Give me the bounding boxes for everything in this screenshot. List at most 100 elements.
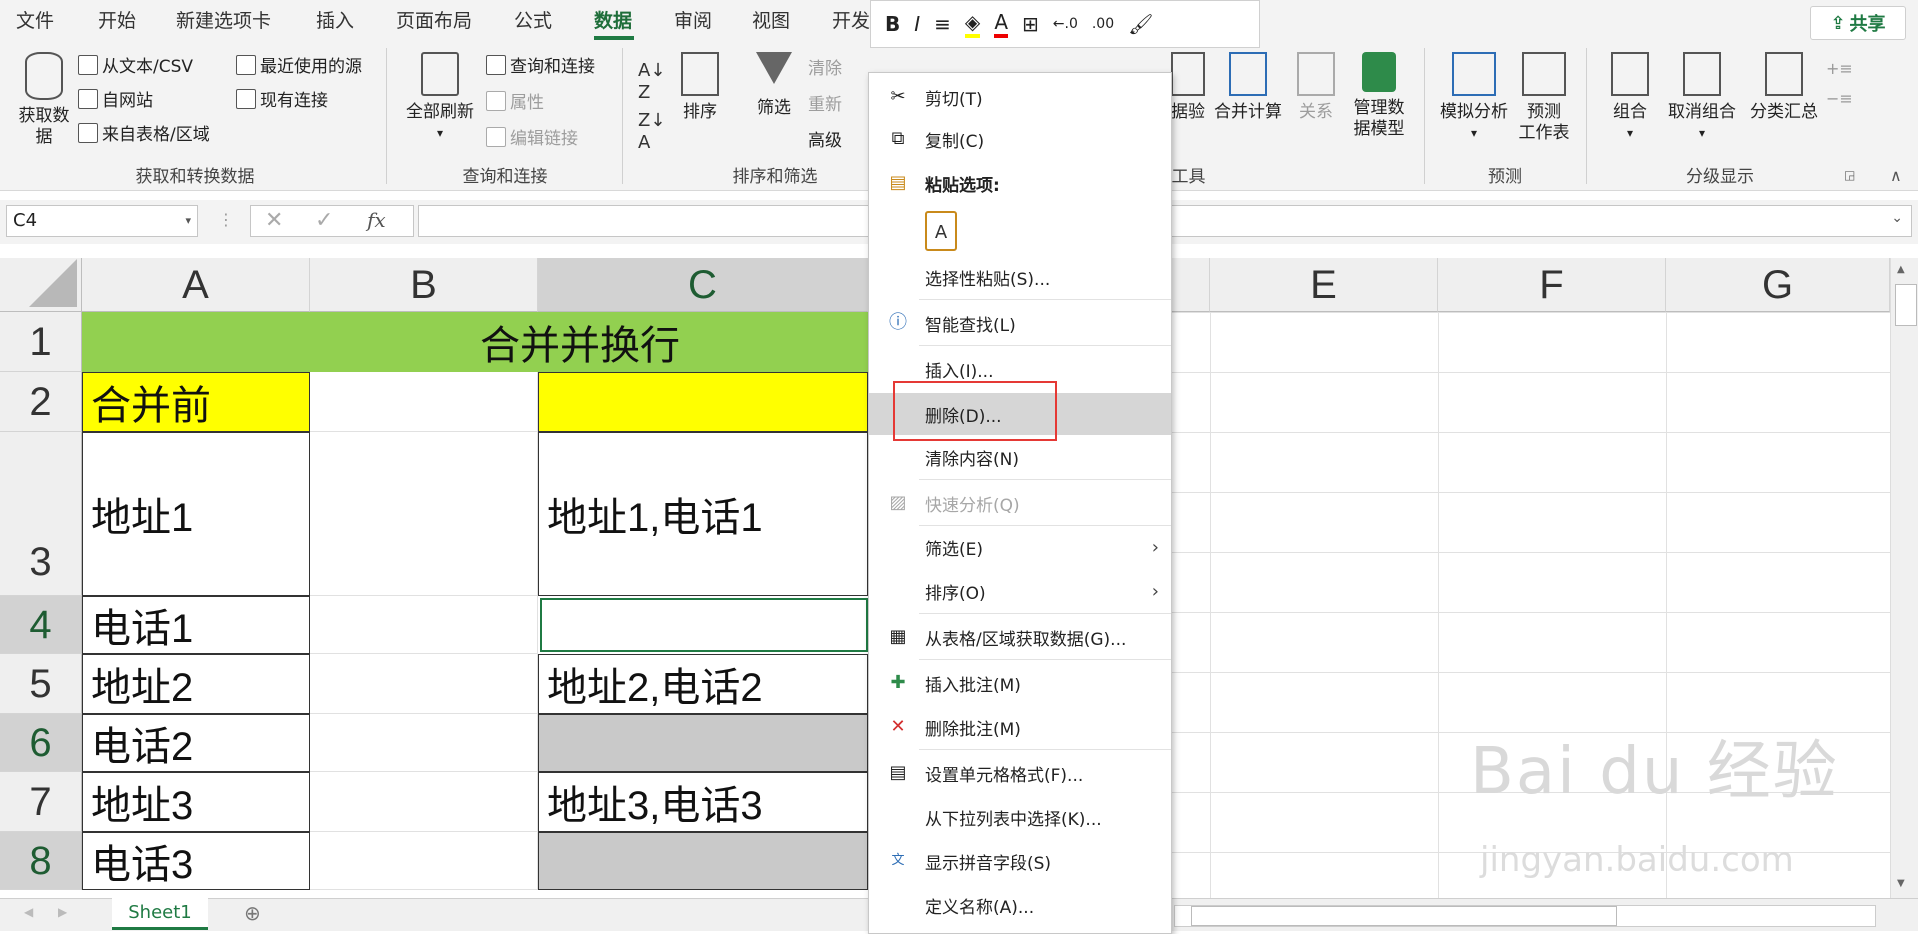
sort-button[interactable]: 排序: [674, 52, 726, 123]
recent-sources-button[interactable]: 最近使用的源: [236, 52, 362, 77]
tab-formulas[interactable]: 公式: [514, 6, 552, 33]
cell-b5[interactable]: [310, 654, 538, 714]
collapse-ribbon-icon[interactable]: ∧: [1890, 166, 1902, 185]
tab-insert[interactable]: 插入: [316, 6, 354, 33]
menu-insert-comment[interactable]: ✚ 插入批注(M): [869, 663, 1171, 703]
cell-b6[interactable]: [310, 714, 538, 772]
row-header-4[interactable]: 4: [0, 596, 82, 654]
cell-b3[interactable]: [310, 432, 538, 596]
filter-button[interactable]: 筛选: [748, 52, 800, 119]
from-text-csv-button[interactable]: 从文本/CSV: [78, 52, 193, 77]
prev-sheet-icon[interactable]: ◀: [24, 905, 33, 919]
h-scroll-thumb[interactable]: [1191, 906, 1617, 926]
sheet-tab-sheet1[interactable]: Sheet1: [112, 898, 208, 930]
paste-keep-text-icon[interactable]: A: [925, 211, 957, 251]
row-header-7[interactable]: 7: [0, 772, 82, 832]
group-button[interactable]: 组合 ▾: [1600, 52, 1660, 144]
sort-desc-icon[interactable]: Z↓ A: [638, 110, 665, 154]
borders-icon[interactable]: ⊞: [1022, 12, 1039, 36]
cell-a4[interactable]: 电话1: [82, 596, 310, 654]
cell-b2[interactable]: [310, 372, 538, 432]
column-header-a[interactable]: A: [82, 258, 310, 312]
cell-a7[interactable]: 地址3: [82, 772, 310, 832]
cell-a2[interactable]: 合并前: [82, 372, 310, 432]
cell-c7[interactable]: 地址3,电话3: [538, 772, 868, 832]
show-hide-detail-icons[interactable]: +≡ −≡: [1826, 54, 1853, 114]
cell-b4[interactable]: [310, 596, 538, 654]
row-header-1[interactable]: 1: [0, 312, 82, 372]
cell-b8[interactable]: [310, 832, 538, 890]
menu-get-data-from-table[interactable]: ▦ 从表格/区域获取数据(G)...: [869, 617, 1171, 657]
scroll-thumb[interactable]: [1895, 284, 1917, 326]
scroll-down-icon[interactable]: ▼: [1897, 878, 1905, 889]
decrease-decimal-icon[interactable]: ←.0: [1053, 16, 1078, 32]
select-all-corner[interactable]: [0, 258, 82, 312]
insert-function-icon[interactable]: fx: [367, 208, 386, 232]
name-box[interactable]: C4 ▾: [6, 205, 198, 237]
reapply-button[interactable]: 重新: [808, 90, 842, 115]
cell-c2[interactable]: [538, 372, 868, 432]
data-validation-button[interactable]: 据验: [1168, 52, 1208, 123]
enter-icon[interactable]: ✓: [315, 208, 333, 233]
column-header-e[interactable]: E: [1210, 258, 1438, 312]
menu-clear-contents[interactable]: 清除内容(N): [869, 437, 1171, 477]
bold-icon[interactable]: B: [885, 12, 900, 36]
what-if-button[interactable]: 模拟分析 ▾: [1436, 52, 1512, 144]
cell-a3[interactable]: 地址1: [82, 432, 310, 596]
column-header-c[interactable]: C: [538, 258, 868, 312]
menu-quick-analysis[interactable]: ▨ 快速分析(Q): [869, 483, 1171, 523]
horizontal-scrollbar[interactable]: [1174, 905, 1876, 927]
row-header-6[interactable]: 6: [0, 714, 82, 772]
next-sheet-icon[interactable]: ▶: [58, 905, 67, 919]
tab-file[interactable]: 文件: [16, 6, 54, 33]
manage-model-button[interactable]: 管理数 据模型: [1346, 52, 1412, 140]
italic-icon[interactable]: I: [914, 12, 920, 36]
refresh-all-button[interactable]: 全部刷新 ▾: [400, 52, 480, 144]
menu-pick-from-list[interactable]: 从下拉列表中选择(K)...: [869, 797, 1171, 837]
tab-review[interactable]: 审阅: [674, 6, 712, 33]
cell-c3[interactable]: 地址1,电话1: [538, 432, 868, 596]
format-painter-icon[interactable]: 🖌: [1128, 12, 1153, 36]
subtotal-button[interactable]: 分类汇总: [1744, 52, 1824, 123]
vertical-scrollbar[interactable]: ▲ ▼: [1890, 258, 1918, 898]
tab-view[interactable]: 视图: [752, 6, 790, 33]
tab-page-layout[interactable]: 页面布局: [396, 6, 472, 33]
share-button[interactable]: ⇪ 共享: [1810, 6, 1906, 40]
column-header-g[interactable]: G: [1666, 258, 1890, 312]
cell-a5[interactable]: 地址2: [82, 654, 310, 714]
ungroup-button[interactable]: 取消组合 ▾: [1662, 52, 1742, 144]
from-table-button[interactable]: 来自表格/区域: [78, 120, 210, 145]
cancel-icon[interactable]: ✕: [265, 208, 283, 233]
menu-cut[interactable]: ✂ 剪切(T): [869, 77, 1171, 117]
menu-filter[interactable]: 筛选(E) ›: [869, 527, 1171, 567]
menu-format-cells[interactable]: ▤ 设置单元格格式(F)...: [869, 753, 1171, 793]
increase-decimal-icon[interactable]: .00: [1092, 16, 1114, 32]
forecast-sheet-button[interactable]: 预测 工作表: [1518, 52, 1570, 144]
menu-delete-comment[interactable]: ✕ 删除批注(M): [869, 707, 1171, 747]
consolidate-button[interactable]: 合并计算: [1210, 52, 1286, 123]
menu-sort[interactable]: 排序(O) ›: [869, 571, 1171, 611]
align-center-icon[interactable]: ≡: [934, 12, 951, 36]
dialog-launcher-icon[interactable]: ◲: [1844, 168, 1855, 182]
tab-data[interactable]: 数据: [594, 6, 632, 33]
row-header-5[interactable]: 5: [0, 654, 82, 714]
merged-title-cell[interactable]: 合并并换行: [82, 312, 868, 372]
relationships-button[interactable]: 关系: [1296, 52, 1336, 123]
cell-a6[interactable]: 电话2: [82, 714, 310, 772]
cell-c6-selected[interactable]: [538, 714, 868, 772]
queries-connections-button[interactable]: 查询和连接: [486, 52, 595, 77]
edit-links-button[interactable]: 编辑链接: [486, 124, 578, 149]
add-sheet-icon[interactable]: ⊕: [244, 901, 261, 925]
tab-home[interactable]: 开始: [98, 6, 136, 33]
menu-smart-lookup[interactable]: ⓘ 智能查找(L): [869, 303, 1171, 343]
advanced-filter-button[interactable]: 高级: [808, 126, 842, 151]
row-header-8[interactable]: 8: [0, 832, 82, 890]
font-color-icon[interactable]: A: [994, 10, 1008, 38]
chevron-down-icon[interactable]: ⌄: [1891, 210, 1903, 226]
cell-c5[interactable]: 地址2,电话2: [538, 654, 868, 714]
sort-asc-icon[interactable]: A↓ Z: [638, 60, 665, 104]
from-web-button[interactable]: 自网站: [78, 86, 153, 111]
column-header-d[interactable]: [1170, 258, 1210, 312]
column-header-b[interactable]: B: [310, 258, 538, 312]
get-data-button[interactable]: 获取数 据: [12, 52, 76, 148]
